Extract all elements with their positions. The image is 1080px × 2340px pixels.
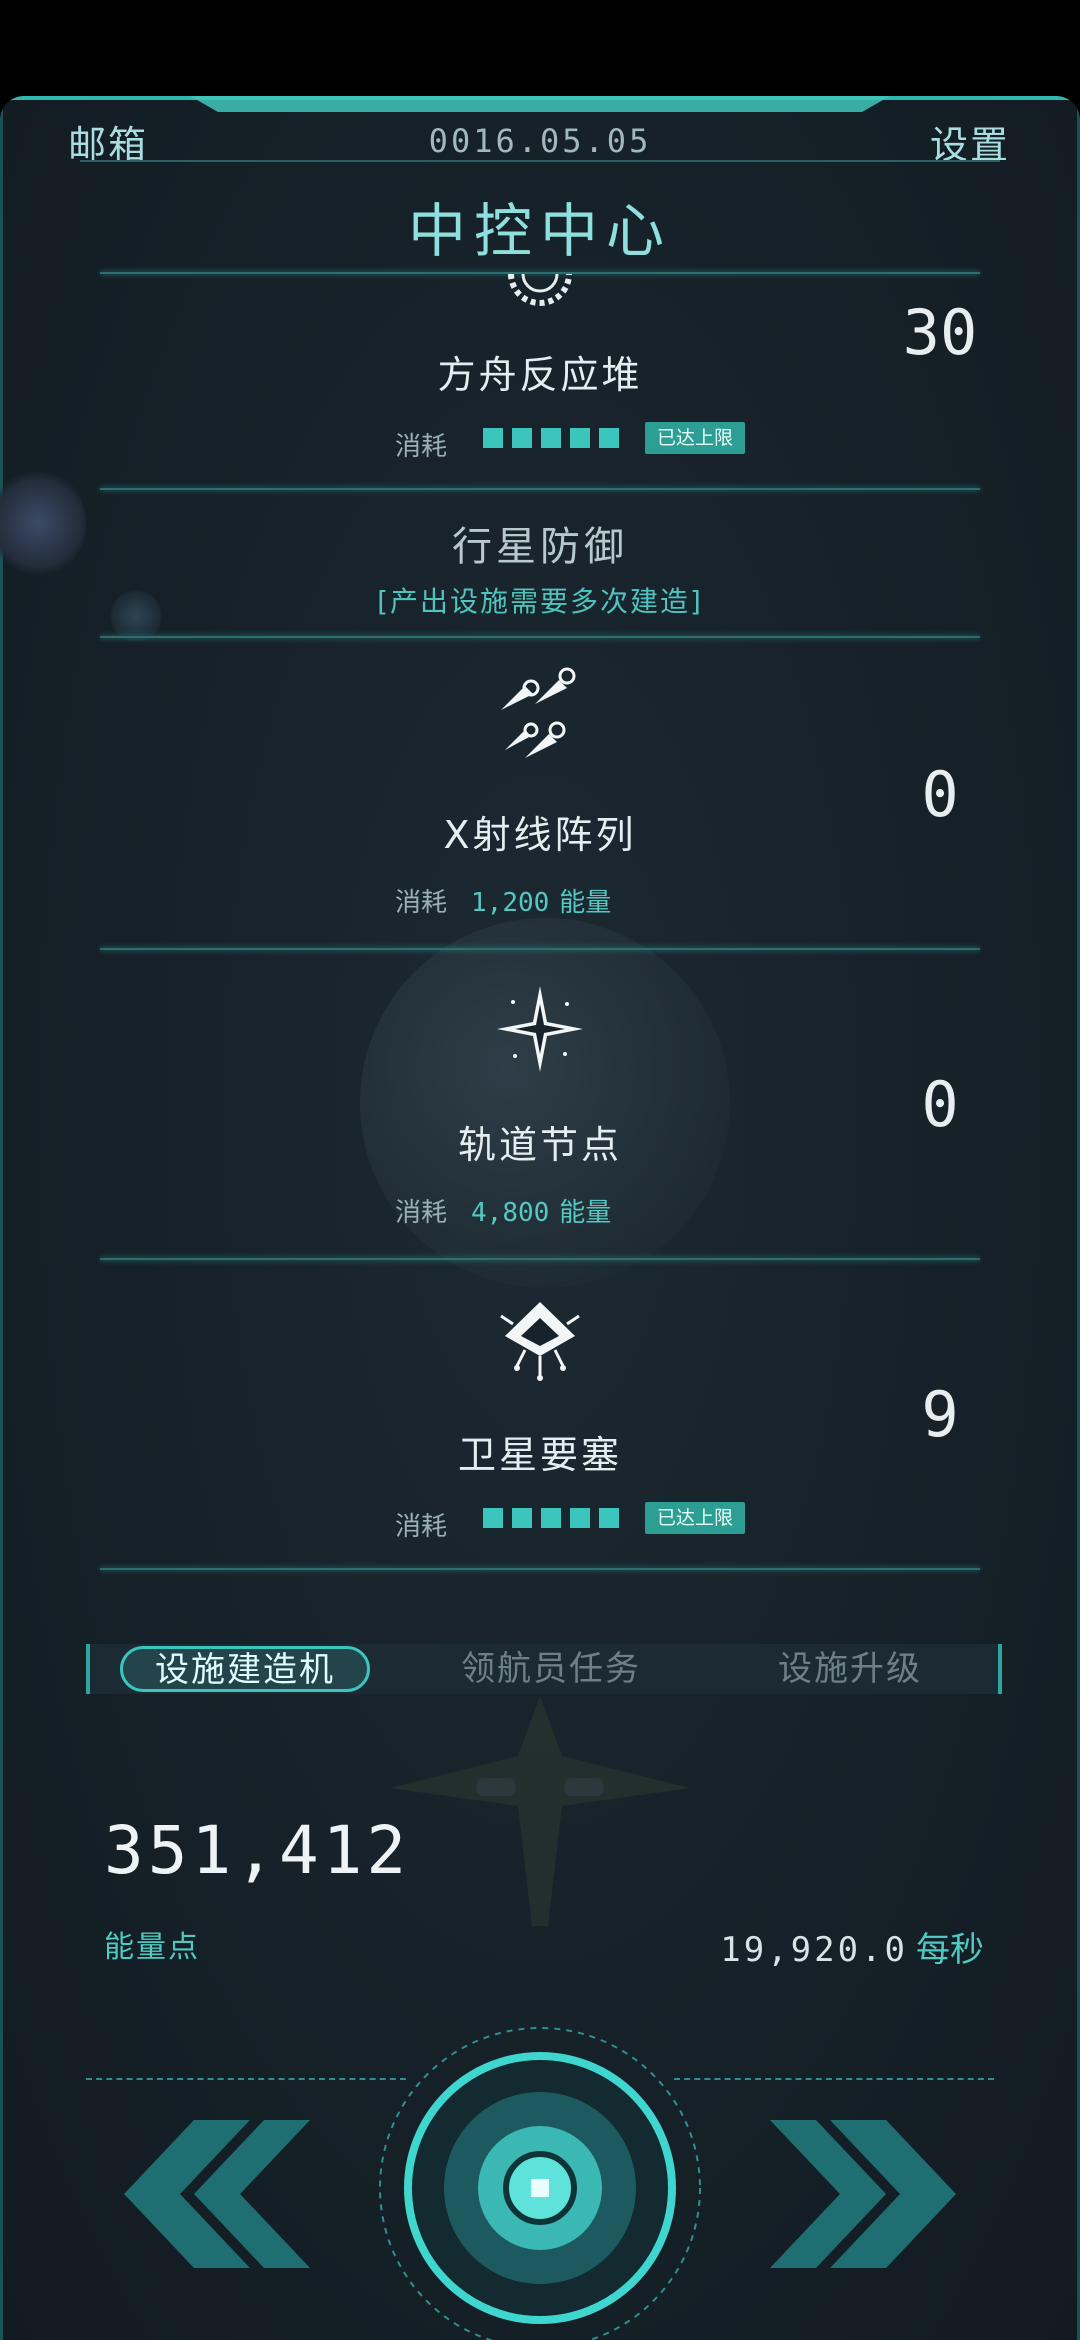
fortress-max-badge: 已达上限 (645, 1502, 745, 1534)
row-divider (100, 636, 980, 638)
cost-value: 1,200 (471, 888, 550, 918)
core-button-icon (531, 2179, 549, 2197)
level-pip (570, 428, 590, 448)
cost-unit: 能量 (559, 1198, 612, 1228)
row-divider (100, 1258, 980, 1260)
xray-count: 0 (921, 758, 959, 831)
cost-label: 消耗 (395, 888, 448, 918)
cost-unit: 能量 (559, 888, 612, 918)
core-action-button[interactable] (374, 2022, 706, 2340)
xray-cost: 消耗 1,200 能量 (395, 882, 611, 919)
orbital-cost: 消耗 4,800 能量 (395, 1192, 611, 1229)
orbital-count: 0 (921, 1068, 959, 1141)
page-title: 中控中心 (407, 197, 672, 265)
reactor-level-pips (483, 428, 628, 450)
left-frame (0, 106, 3, 2340)
energy-points-value: 351,412 (104, 1812, 411, 1889)
cost-label: 消耗 (395, 1198, 448, 1228)
game-screen: 邮箱 0016.05.05 设置 中控中心 方舟反应堆 30 消耗 已达上限 行… (0, 96, 1080, 2340)
xray-array-icon (501, 667, 576, 758)
level-pip (512, 1508, 532, 1528)
tab-facility-builder[interactable]: 设施建造机 (120, 1646, 370, 1692)
control-dash-right (674, 2078, 994, 2080)
tab-facility-upgrade[interactable]: 设施升级 (730, 1644, 970, 1694)
top-frame-notch (190, 96, 890, 112)
header-divider (80, 160, 1000, 162)
level-pip (599, 428, 619, 448)
reactor-count: 30 (902, 296, 978, 369)
section-title: 行星防御 (452, 524, 628, 570)
level-pip (570, 1508, 590, 1528)
fortress-count: 9 (921, 1378, 959, 1451)
game-date: 0016.05.05 (428, 122, 652, 160)
gear-icon (508, 274, 572, 306)
level-pip (483, 428, 503, 448)
reactor-max-badge: 已达上限 (645, 422, 745, 454)
reactor-cost-label: 消耗 (395, 432, 448, 462)
row-divider (100, 488, 980, 490)
fortress-level-pips (483, 1508, 628, 1530)
fortress-cost-label: 消耗 (395, 1512, 448, 1542)
energy-rate-value: 19,920.0 (720, 1930, 908, 1970)
tab-bar: 设施建造机 领航员任务 设施升级 (86, 1644, 1002, 1694)
energy-points-label: 能量点 (104, 1930, 200, 1965)
level-pip (541, 1508, 561, 1528)
level-pip (512, 428, 532, 448)
energy-rate-unit: 每秒 (916, 1930, 984, 1970)
bg-planet (360, 918, 730, 1288)
level-pip (599, 1508, 619, 1528)
level-pip (483, 1508, 503, 1528)
energy-rate: 19,920.0 每秒 (720, 1922, 984, 1971)
section-subtitle: [产出设施需要多次建造] (377, 585, 703, 618)
double-chevron-right-icon[interactable] (764, 2114, 980, 2274)
double-chevron-left-icon[interactable] (100, 2114, 316, 2274)
cost-value: 4,800 (471, 1198, 550, 1228)
level-pip (541, 428, 561, 448)
satellite-fortress-icon (500, 1302, 580, 1381)
orbital-node-icon (497, 986, 583, 1072)
control-dash-left (86, 2078, 406, 2080)
ship-silhouette-icon (390, 1696, 690, 1926)
row-divider (100, 948, 980, 950)
row-divider (100, 1568, 980, 1570)
tab-navigator-tasks[interactable]: 领航员任务 (426, 1644, 676, 1694)
